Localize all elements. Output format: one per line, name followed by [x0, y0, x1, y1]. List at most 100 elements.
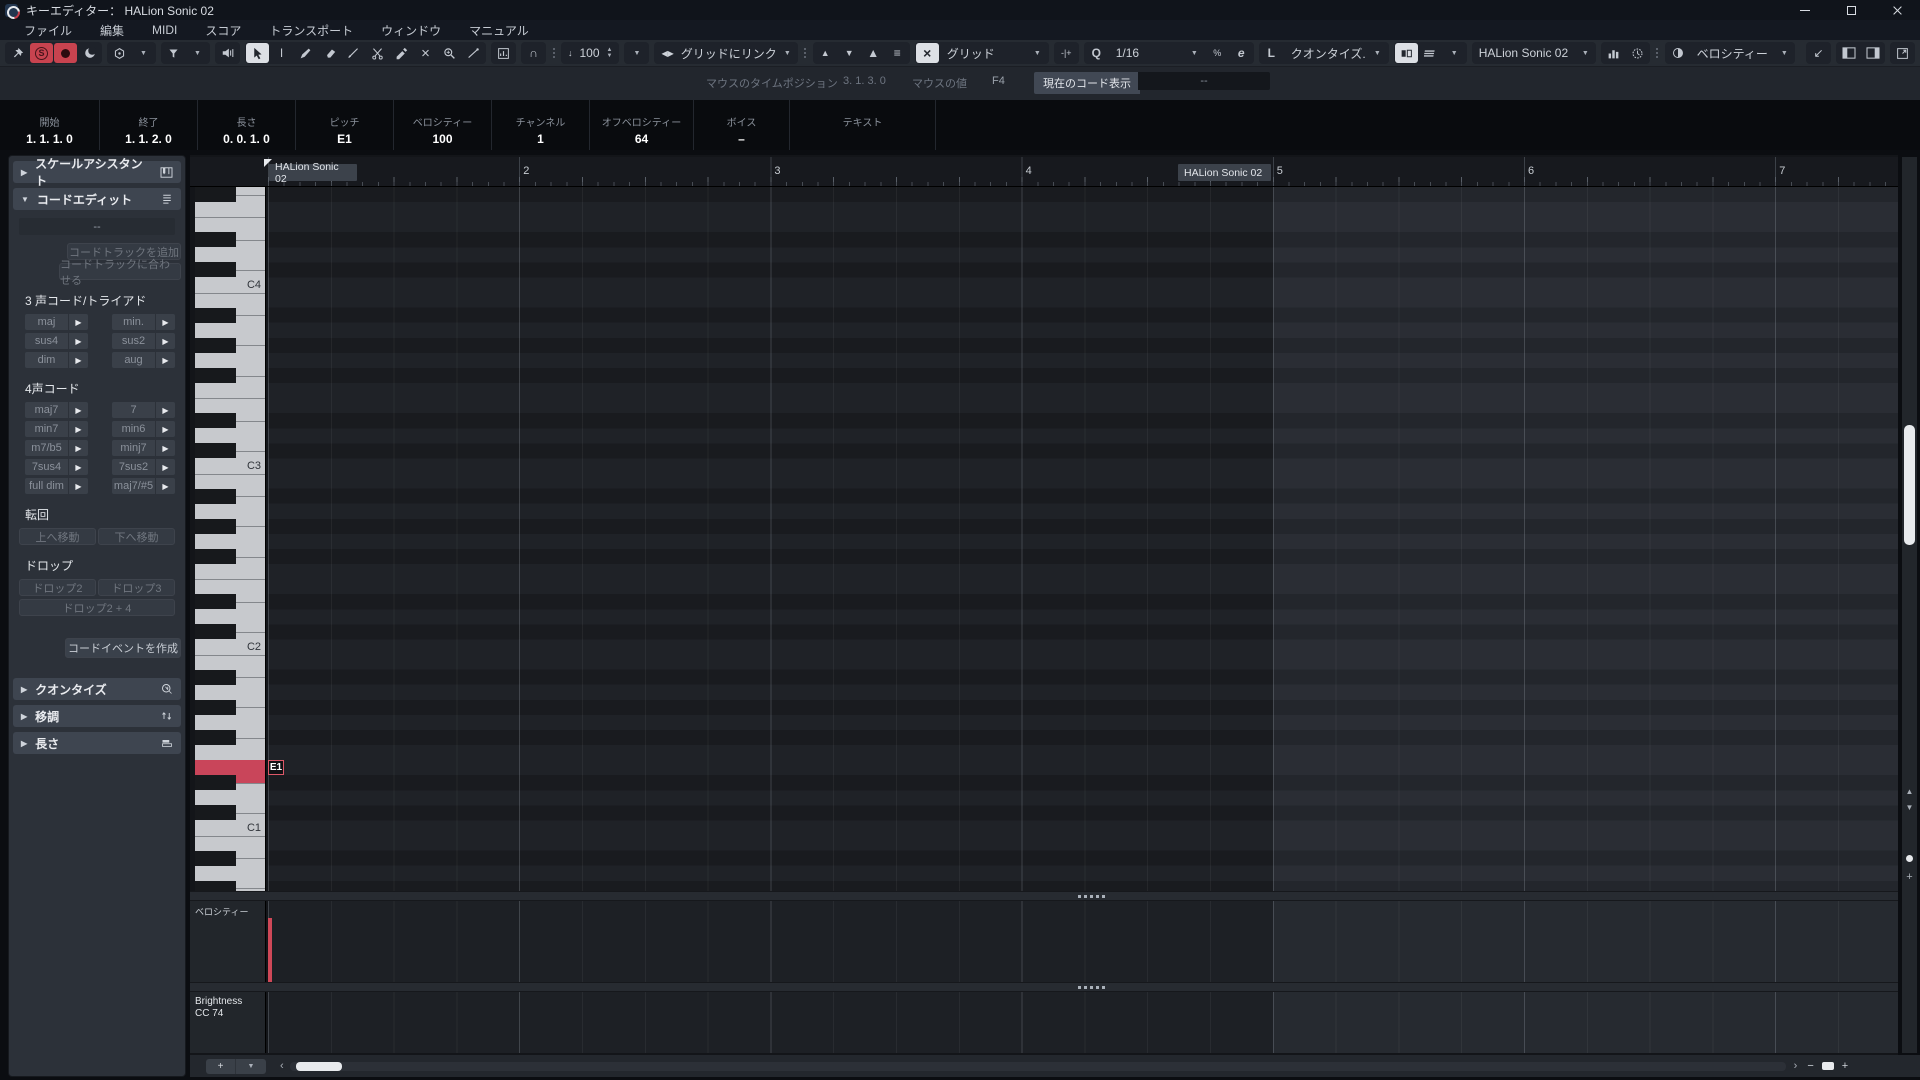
scroll-up-arrow[interactable]: ▲ — [1902, 787, 1917, 796]
right-zone-toggle[interactable] — [1861, 43, 1884, 63]
autoscroll-button[interactable] — [162, 43, 185, 63]
black-key[interactable] — [195, 338, 236, 353]
chord-button[interactable]: sus2 — [112, 333, 155, 349]
info-value[interactable]: – — [738, 132, 745, 146]
vertical-zoom-in-button[interactable]: + — [1902, 871, 1917, 883]
panel-scale-assistant[interactable]: ▶ スケールアシスタント — [13, 161, 181, 183]
info-value[interactable]: 0. 0. 1. 0 — [223, 132, 270, 146]
drop-2-4-button[interactable]: ドロップ2 + 4 — [19, 599, 175, 616]
transpose-up-button[interactable]: ▲ — [862, 43, 885, 63]
chart-icon[interactable] — [1602, 43, 1625, 63]
chord-button[interactable]: dim — [25, 352, 68, 368]
glue-tool[interactable] — [390, 43, 413, 63]
info-value[interactable]: 100 — [432, 132, 452, 146]
zoom-tool[interactable] — [438, 43, 461, 63]
black-key[interactable] — [195, 489, 236, 504]
chord-arrow-button[interactable]: ▶ — [69, 459, 88, 475]
black-key[interactable] — [195, 775, 236, 790]
info-column[interactable]: テキスト — [790, 100, 936, 150]
drop-button[interactable]: ドロップ2 — [19, 579, 96, 596]
solo-button[interactable]: S — [30, 43, 53, 63]
chord-arrow-button[interactable]: ▶ — [69, 352, 88, 368]
vertical-scroll-thumb[interactable] — [1904, 425, 1915, 545]
inversion-button[interactable]: 上へ移動 — [19, 528, 96, 545]
vertical-scrollbar[interactable]: ▲ ▼ + — [1902, 157, 1917, 1053]
black-key[interactable] — [195, 368, 236, 383]
chord-button[interactable]: 7sus2 — [112, 459, 155, 475]
cc-lane[interactable] — [268, 992, 1898, 1053]
info-column[interactable]: ベロシティー100 — [394, 100, 492, 150]
clock-icon[interactable] — [1626, 43, 1649, 63]
panel-transpose[interactable]: ▶移調 — [13, 705, 181, 727]
move-up-button[interactable]: ▲ — [814, 43, 837, 63]
lane-preset-dropdown[interactable]: ▼ — [236, 1059, 266, 1074]
black-key[interactable] — [195, 413, 236, 428]
audition-speaker-icon[interactable] — [216, 43, 239, 63]
black-key[interactable] — [195, 881, 236, 891]
black-key[interactable] — [195, 443, 236, 458]
midi-note-e1[interactable]: E1 — [268, 760, 284, 775]
chord-button[interactable]: m7/b5 — [25, 440, 68, 456]
chord-arrow-button[interactable]: ▶ — [69, 402, 88, 418]
zoom-out-button[interactable]: − — [1807, 1060, 1813, 1072]
chord-arrow-button[interactable]: ▶ — [69, 333, 88, 349]
zoom-slider[interactable] — [1822, 1062, 1834, 1070]
black-key[interactable] — [195, 670, 236, 685]
panel-quantize[interactable]: ▶クオンタイズ — [13, 678, 181, 700]
open-in-lower-zone-button[interactable]: ↙ — [1807, 43, 1830, 63]
highlighted-key-e1[interactable] — [195, 760, 266, 775]
chord-button[interactable]: maj — [25, 314, 68, 330]
chord-display-label[interactable]: 現在のコード表示 — [1034, 72, 1140, 94]
panel-chord-edit[interactable]: ▼ コードエディット — [13, 188, 181, 210]
black-key[interactable] — [195, 805, 236, 820]
length-quantize-dropdown[interactable]: クオンタイズ.▼ — [1284, 42, 1388, 64]
lane-resize-handle-2[interactable] — [1078, 986, 1108, 989]
scroll-left-arrow[interactable]: ‹ — [280, 1060, 284, 1072]
line-tool[interactable] — [342, 43, 365, 63]
autoscroll-dropdown[interactable]: ▼ — [186, 43, 209, 63]
edited-part-dropdown[interactable]: HALion Sonic 02▼ — [1472, 42, 1596, 64]
timeline-ruler[interactable]: HALion Sonic 02 HALion Sonic 02 234567 — [190, 157, 1898, 187]
show-part-borders-icon[interactable] — [108, 43, 131, 63]
black-key[interactable] — [195, 187, 236, 202]
info-column[interactable]: ピッチE1 — [296, 100, 394, 150]
maximize-button[interactable] — [1828, 0, 1874, 20]
split-scissors-tool[interactable] — [366, 43, 389, 63]
erase-tool[interactable] — [318, 43, 341, 63]
menu-item[interactable]: 編集 — [88, 20, 136, 41]
menu-item[interactable]: MIDI — [140, 21, 189, 39]
snap-toggle[interactable]: × — [916, 43, 939, 63]
scroll-down-arrow[interactable]: ▼ — [1902, 803, 1917, 812]
black-key[interactable] — [195, 308, 236, 323]
add-lane-button[interactable]: + — [206, 1059, 236, 1074]
chord-button[interactable]: sus4 — [25, 333, 68, 349]
create-chord-event-button[interactable]: コードイベントを作成 — [65, 638, 181, 658]
snap-type-dropdown[interactable]: グリッド▼ — [940, 42, 1048, 64]
left-zone-toggle[interactable] — [1837, 43, 1860, 63]
info-value[interactable]: E1 — [337, 132, 352, 146]
black-key[interactable] — [195, 594, 236, 609]
part-editing-mode-button[interactable] — [1395, 43, 1418, 63]
panel-length[interactable]: ▶長さ — [13, 732, 181, 754]
chord-arrow-button[interactable]: ▶ — [156, 478, 175, 494]
black-key[interactable] — [195, 262, 236, 277]
info-column[interactable]: 終了1. 1. 2. 0 — [100, 100, 198, 150]
grid-type-icon[interactable]: -|+ — [1055, 43, 1078, 63]
chord-arrow-button[interactable]: ▶ — [156, 440, 175, 456]
zoom-in-button[interactable]: + — [1842, 1060, 1848, 1072]
lane-divider-2[interactable] — [190, 982, 1898, 992]
minimize-button[interactable] — [1782, 0, 1828, 20]
drop-button[interactable]: ドロップ3 — [98, 579, 175, 596]
chord-arrow-button[interactable]: ▶ — [69, 421, 88, 437]
info-column[interactable]: チャンネル1 — [492, 100, 590, 150]
menu-item[interactable]: ウィンドウ — [369, 20, 453, 41]
chord-button[interactable]: minj7 — [112, 440, 155, 456]
chord-arrow-button[interactable]: ▶ — [156, 352, 175, 368]
insert-velocity-value[interactable]: 100 — [580, 46, 600, 60]
insert-velocity-dropdown[interactable]: ▼ — [625, 43, 648, 63]
chord-button[interactable]: maj7/#5 — [112, 478, 155, 494]
info-column[interactable]: 開始1. 1. 1. 0 — [0, 100, 100, 150]
auto-select-controllers-icon[interactable] — [492, 43, 515, 63]
chord-button[interactable]: min. — [112, 314, 155, 330]
chord-arrow-button[interactable]: ▶ — [156, 333, 175, 349]
